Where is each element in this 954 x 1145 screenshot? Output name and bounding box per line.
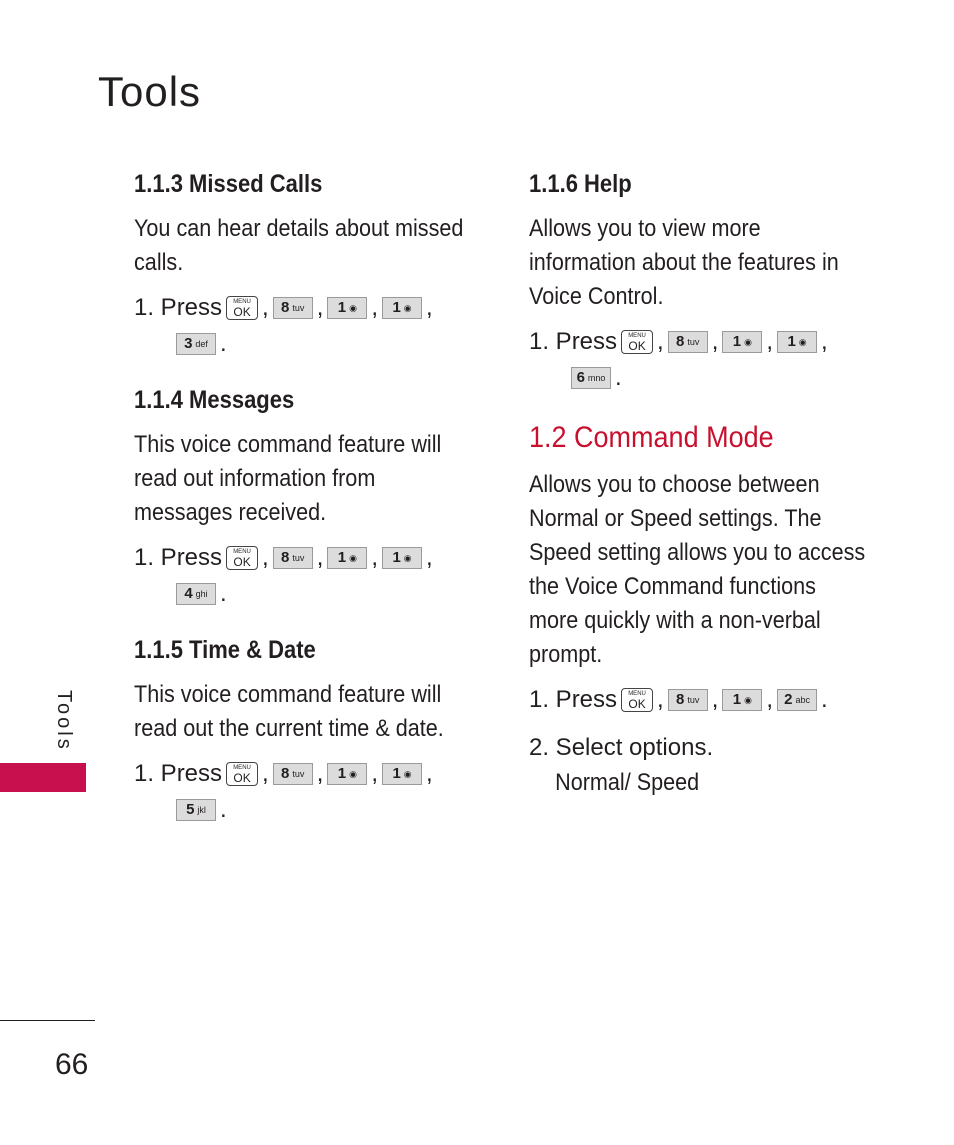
- footer-rule: [0, 1020, 95, 1021]
- section-body: You can hear details about missed calls.: [134, 215, 464, 276]
- key-8-icon: 8 tuv: [667, 331, 708, 353]
- left-column: 1.1.3 Missed Calls You can hear details …: [134, 168, 484, 850]
- section-heading: 1.1.5 Time & Date: [134, 636, 316, 664]
- step-prefix: 1. Press: [529, 686, 618, 713]
- key-1-voicemail-icon: 1 ◉: [382, 297, 423, 319]
- step-prefix: 1. Press: [134, 760, 223, 787]
- side-tab-label: Tools: [53, 690, 75, 752]
- step-1: 1. Press MENU OK, 8 tuv, 1 ◉, 1 ◉, 6 mno.: [529, 324, 879, 396]
- key-1-voicemail-icon: 1 ◉: [382, 763, 423, 785]
- key-1-voicemail-icon: 1 ◉: [327, 297, 368, 319]
- step-prefix: 1. Press: [134, 544, 223, 571]
- step-prefix: 1. Press: [529, 328, 618, 355]
- step-2: 2. Select options. Normal/ Speed: [529, 730, 879, 800]
- step-1: 1. Press MENU OK, 8 tuv, 1 ◉, 2 abc.: [529, 682, 879, 718]
- key-1-voicemail-icon: 1 ◉: [327, 547, 368, 569]
- menu-ok-key-icon: MENU OK: [621, 330, 654, 354]
- right-column: 1.1.6 Help Allows you to view more infor…: [529, 168, 879, 822]
- key-8-icon: 8 tuv: [272, 763, 313, 785]
- section-time-date: 1.1.5 Time & Date This voice command fea…: [134, 634, 484, 828]
- section-heading: 1.1.6 Help: [529, 170, 632, 198]
- section-body: This voice command feature will read out…: [134, 681, 444, 742]
- key-1-voicemail-icon: 1 ◉: [777, 331, 818, 353]
- step-2-text: 2. Select options.: [529, 734, 714, 761]
- step-prefix: 1. Press: [134, 294, 223, 321]
- options-text: Normal/ Speed: [555, 769, 700, 796]
- page-number: 66: [55, 1048, 89, 1081]
- menu-ok-key-icon: MENU OK: [226, 762, 259, 786]
- key-3-icon: 3 def: [176, 333, 216, 355]
- key-8-icon: 8 tuv: [667, 689, 708, 711]
- section-body: Allows you to choose between Normal or S…: [529, 471, 866, 668]
- section-help: 1.1.6 Help Allows you to view more infor…: [529, 168, 879, 396]
- section-heading: 1.1.3 Missed Calls: [134, 170, 323, 198]
- side-tab-marker: [0, 763, 86, 792]
- key-1-voicemail-icon: 1 ◉: [722, 689, 763, 711]
- key-2-icon: 2 abc: [777, 689, 818, 711]
- key-4-icon: 4 ghi: [176, 583, 216, 605]
- menu-ok-key-icon: MENU OK: [226, 296, 259, 320]
- key-1-voicemail-icon: 1 ◉: [327, 763, 368, 785]
- key-8-icon: 8 tuv: [272, 547, 313, 569]
- key-1-voicemail-icon: 1 ◉: [722, 331, 763, 353]
- section-messages: 1.1.4 Messages This voice command featur…: [134, 384, 484, 612]
- section-command-mode: 1.2 Command Mode Allows you to choose be…: [529, 418, 879, 800]
- key-6-icon: 6 mno: [571, 367, 611, 389]
- step-1: 1. Press MENU OK, 8 tuv, 1 ◉, 1 ◉, 5 jkl.: [134, 756, 484, 828]
- section-body: This voice command feature will read out…: [134, 431, 442, 526]
- page-title: Tools: [98, 68, 202, 115]
- section-body: Allows you to view more information abou…: [529, 215, 839, 310]
- step-1: 1. Press MENU OK, 8 tuv, 1 ◉, 1 ◉, 3 def.: [134, 290, 484, 362]
- section-missed-calls: 1.1.3 Missed Calls You can hear details …: [134, 168, 484, 362]
- section-heading: 1.1.4 Messages: [134, 386, 295, 414]
- menu-ok-key-icon: MENU OK: [621, 688, 654, 712]
- section-heading-accent: 1.2 Command Mode: [529, 421, 774, 454]
- menu-ok-key-icon: MENU OK: [226, 546, 259, 570]
- step-1: 1. Press MENU OK, 8 tuv, 1 ◉, 1 ◉, 4 ghi.: [134, 540, 484, 612]
- key-5-icon: 5 jkl: [176, 799, 216, 821]
- key-1-voicemail-icon: 1 ◉: [382, 547, 423, 569]
- key-8-icon: 8 tuv: [272, 297, 313, 319]
